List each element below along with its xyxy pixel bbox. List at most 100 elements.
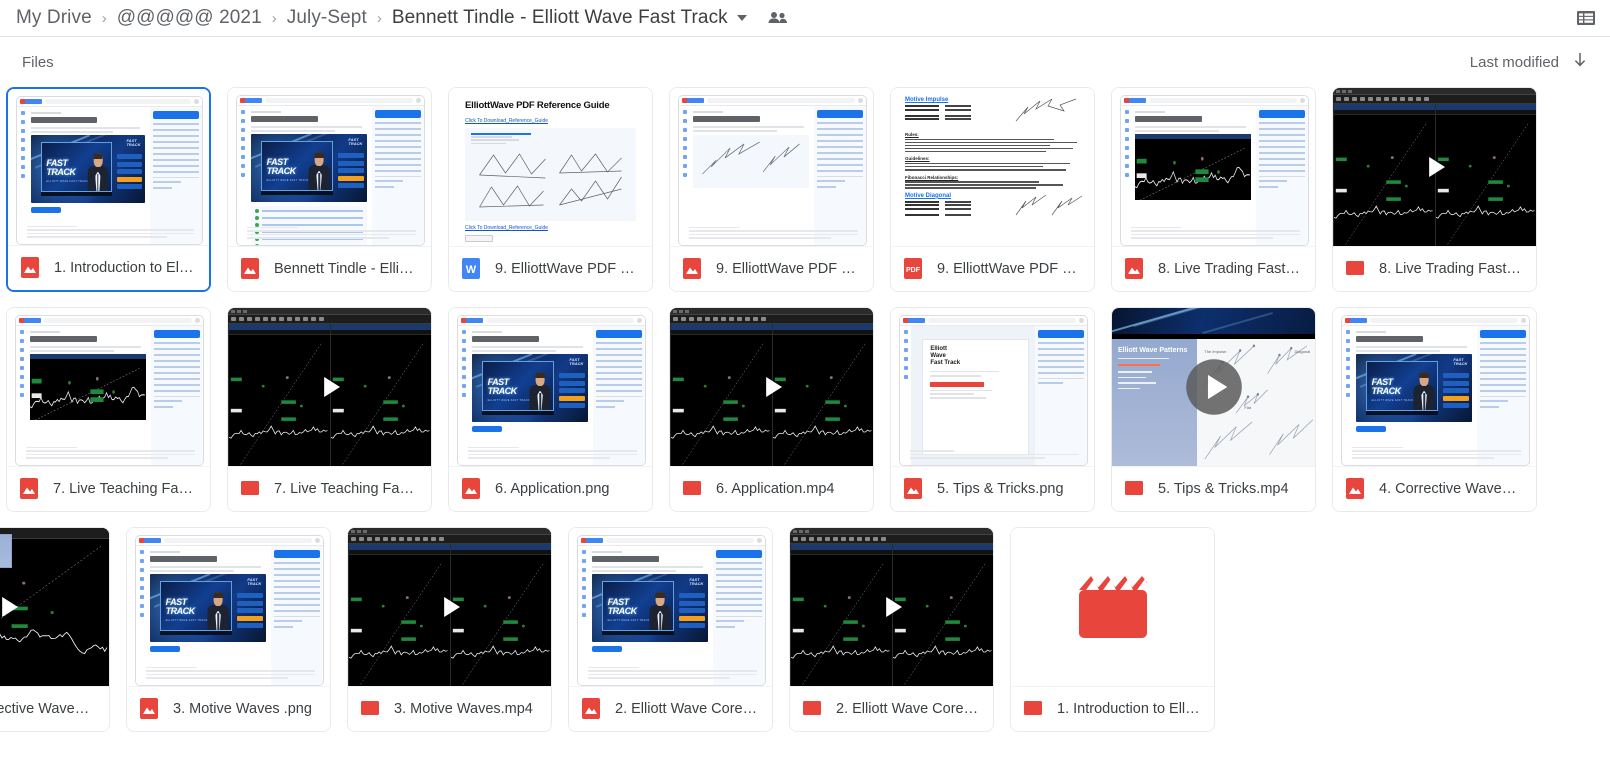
arrow-down-icon[interactable]: [1572, 51, 1588, 73]
file-thumbnail[interactable]: Motive Impulse Rules: Guidelines: Fibona…: [891, 88, 1094, 247]
course-page-screenshot: FAST TRACK ELLIOTT WAVE FAST TRACK FAST TR…: [228, 88, 431, 246]
breadcrumb-item-current-folder[interactable]: Bennett Tindle - Elliott Wave Fast Track: [392, 7, 728, 29]
file-card[interactable]: FAST TRACK ELLIOTT WAVE FAST TRACK FAST TR…: [126, 527, 331, 732]
mock-content: [1132, 106, 1256, 245]
file-thumbnail[interactable]: FAST TRACK ELLIOTT WAVE FAST TRACK FAST TR…: [1333, 308, 1536, 467]
file-card-footer: W 9. ElliottWave PDF Ref...: [449, 247, 652, 291]
file-thumbnail[interactable]: Elliott Wave Patterns The Impulse Diagon…: [1112, 308, 1315, 467]
course-page-screenshot: [670, 88, 873, 246]
breadcrumb-separator: ›: [101, 9, 107, 27]
file-card[interactable]: 7. Live Teaching Fast T...: [227, 307, 432, 512]
file-card[interactable]: 3. Motive Waves.mp4: [347, 527, 552, 732]
mock-tool-bar: [348, 535, 551, 544]
image-file-icon: [904, 478, 924, 500]
file-thumbnail[interactable]: [1011, 528, 1214, 687]
file-card-footer: 2. Elliott Wave Core Pa...: [790, 687, 993, 731]
file-thumbnail[interactable]: FAST TRACK ELLIOTT WAVE FAST TRACK FAST TR…: [8, 89, 209, 246]
play-button-overlay[interactable]: [310, 367, 350, 407]
mock-footer-text: [146, 666, 315, 681]
file-thumbnail[interactable]: FAST TRACK ELLIOTT WAVE FAST TRACK FAST TR…: [449, 308, 652, 467]
file-card[interactable]: 6. Application.mp4: [669, 307, 874, 512]
file-card[interactable]: 7. Live Teaching Fast T...: [6, 307, 211, 512]
guidelines-label: Guidelines:: [905, 156, 930, 162]
image-file-icon: [683, 258, 703, 280]
file-thumbnail[interactable]: FAST TRACK ELLIOTT WAVE FAST TRACK FAST TR…: [127, 528, 330, 687]
label-diagonal: Diagonal: [1294, 349, 1311, 355]
mock-tool-bar: [1333, 95, 1536, 104]
file-card[interactable]: FAST TRACK ELLIOTT WAVE FAST TRACK FAST TR…: [448, 307, 653, 512]
file-name-label: 8. Live Trading Fast Tr...: [1158, 261, 1302, 277]
play-button-overlay[interactable]: [1185, 358, 1243, 416]
file-card[interactable]: 1. Introduction to Elliot...: [1010, 527, 1215, 732]
file-card-footer: 8. Live Trading Fast Tr...: [1112, 247, 1315, 291]
mock-menu-bar: [1333, 88, 1536, 95]
mock-browser-toolbar: [1342, 316, 1529, 326]
breadcrumb-item-quarter[interactable]: July-Sept: [287, 7, 367, 29]
file-thumbnail[interactable]: [228, 308, 431, 467]
slide-banner: [1112, 308, 1315, 334]
patterns-slide-title: Elliott Wave Patterns: [1118, 347, 1188, 354]
pdf-button[interactable]: [465, 235, 493, 243]
file-grid-row: Examples 4. Corrective Waves.m...: [0, 527, 1610, 732]
file-thumbnail[interactable]: [670, 88, 873, 247]
file-thumbnail[interactable]: Examples: [0, 528, 109, 687]
file-card[interactable]: FAST TRACK ELLIOTT WAVE FAST TRACK FAST TR…: [1332, 307, 1537, 512]
course-page-screenshot: FAST TRACK ELLIOTT WAVE FAST TRACK FAST TR…: [569, 528, 772, 686]
file-card[interactable]: Elliott Wave Patterns The Impulse Diagon…: [1111, 307, 1316, 512]
breadcrumb-item-year[interactable]: @@@@@ 2021: [117, 7, 262, 29]
sort-control[interactable]: Last modified: [1470, 51, 1588, 73]
people-icon[interactable]: [767, 10, 789, 26]
image-file-icon: [140, 698, 160, 720]
breadcrumb-item-my-drive[interactable]: My Drive: [16, 7, 92, 29]
chevron-down-icon[interactable]: [736, 15, 747, 21]
file-card[interactable]: 8. Live Trading Fast Tr...: [1111, 87, 1316, 292]
image-file-icon: [462, 478, 482, 500]
mock-menu-bar: [790, 528, 993, 535]
list-view-icon[interactable]: [1576, 8, 1596, 28]
file-thumbnail[interactable]: [1333, 88, 1536, 247]
mock-right-rail: [151, 326, 203, 465]
file-thumbnail[interactable]: FAST TRACK ELLIOTT WAVE FAST TRACK FAST TR…: [569, 528, 772, 687]
video-hero-thumbnail: FAST TRACK ELLIOTT WAVE FAST TRACK FAST TR…: [31, 135, 145, 203]
section-header: Files Last modified: [0, 37, 1610, 87]
file-thumbnail[interactable]: [790, 528, 993, 687]
file-card-footer: 4. Corrective Waves.m...: [0, 687, 109, 731]
image-file-icon: [582, 698, 602, 720]
file-thumbnail[interactable]: [670, 308, 873, 467]
word-doc-icon: W: [462, 258, 482, 280]
motive-impulse-document: Motive Impulse Rules: Guidelines: Fibona…: [891, 88, 1094, 246]
file-thumbnail[interactable]: [1112, 88, 1315, 247]
mock-content: FAST TRACK ELLIOTT WAVE FAST TRACK FAST TR…: [248, 106, 372, 245]
file-card[interactable]: FAST TRACK ELLIOTT WAVE FAST TRACK FAST TR…: [568, 527, 773, 732]
file-thumbnail[interactable]: Elliott Wave Fast Track: [891, 308, 1094, 467]
file-thumbnail[interactable]: [348, 528, 551, 687]
course-page-screenshot: FAST TRACK ELLIOTT WAVE FAST TRACK FAST TR…: [127, 528, 330, 686]
mock-left-rail: [136, 546, 147, 685]
file-card[interactable]: Elliott Wave Fast Track 5. Tips & Tricks…: [890, 307, 1095, 512]
svg-text:PDF: PDF: [906, 267, 921, 274]
file-card-footer: Bennett Tindle - Elliott ...: [228, 247, 431, 291]
file-card[interactable]: Motive Impulse Rules: Guidelines: Fibona…: [890, 87, 1095, 292]
file-card[interactable]: ElliottWave PDF Reference Guide Click To…: [448, 87, 653, 292]
file-card[interactable]: 8. Live Trading Fast Tr...: [1332, 87, 1537, 292]
file-card[interactable]: Examples 4. Corrective Waves.m...: [0, 527, 110, 732]
file-card[interactable]: 2. Elliott Wave Core Pa...: [789, 527, 994, 732]
file-thumbnail[interactable]: [7, 308, 210, 467]
play-button-overlay[interactable]: [872, 587, 912, 627]
play-button-overlay[interactable]: [1415, 147, 1455, 187]
video-hero-thumbnail: FAST TRACK ELLIOTT WAVE FAST TRACK FAST TR…: [472, 354, 588, 422]
play-button-overlay[interactable]: [0, 587, 28, 627]
file-card-selected[interactable]: FAST TRACK ELLIOTT WAVE FAST TRACK FAST TR…: [6, 87, 211, 292]
file-card-footer: 9. ElliottWave PDF Ref...: [670, 247, 873, 291]
pdf-download-link-bottom[interactable]: Click To Download_Reference_Guide: [465, 225, 636, 231]
play-button-overlay[interactable]: [752, 367, 792, 407]
file-thumbnail[interactable]: ElliottWave PDF Reference Guide Click To…: [449, 88, 652, 247]
file-thumbnail[interactable]: FAST TRACK ELLIOTT WAVE FAST TRACK FAST TR…: [228, 88, 431, 247]
mock-right-rail: [1256, 106, 1308, 245]
file-card[interactable]: FAST TRACK ELLIOTT WAVE FAST TRACK FAST TR…: [227, 87, 432, 292]
file-card[interactable]: 9. ElliottWave PDF Ref...: [669, 87, 874, 292]
candlestick-chart: [30, 368, 145, 420]
mock-footer-text: [468, 446, 637, 461]
play-button-overlay[interactable]: [430, 587, 470, 627]
pdf-download-link-top[interactable]: Click To Download_Reference_Guide: [465, 118, 636, 124]
